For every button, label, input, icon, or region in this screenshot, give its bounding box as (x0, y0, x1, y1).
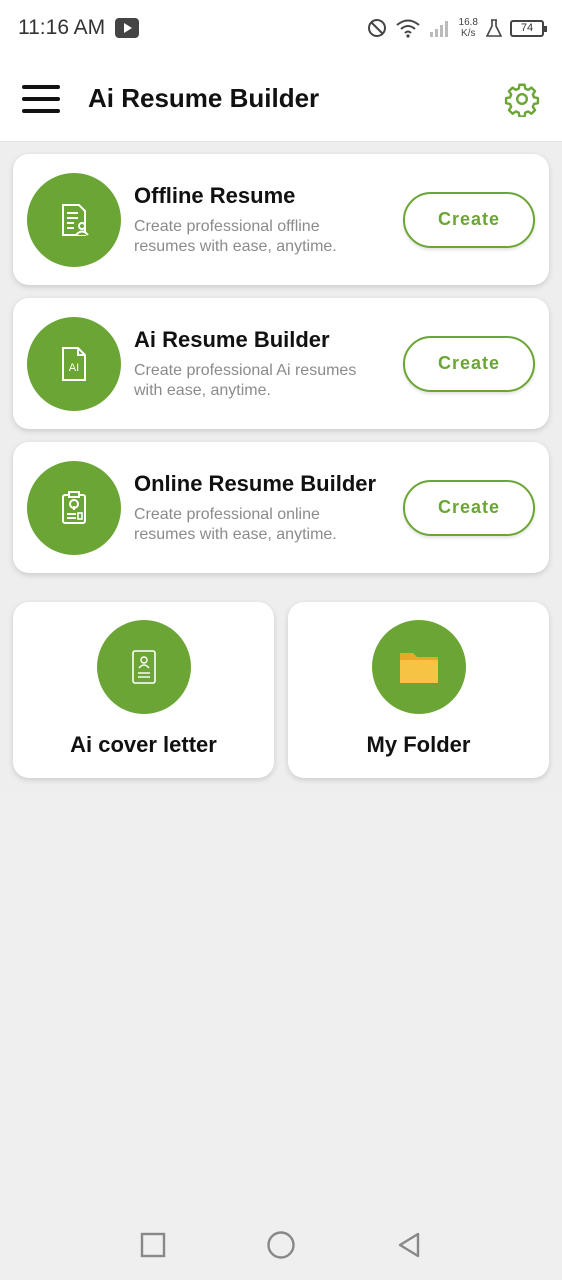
online-resume-icon-circle (27, 460, 121, 555)
online-resume-icon (62, 490, 86, 524)
youtube-notification-icon (115, 18, 140, 38)
flask-icon (486, 19, 502, 37)
card-description: Create professional offline resumes with… (134, 217, 337, 255)
wifi-icon (395, 19, 420, 38)
folder-icon-circle (371, 620, 466, 714)
create-online-resume-button[interactable]: Create (403, 479, 535, 536)
card-title: Offline Resume (134, 182, 296, 208)
offline-resume-icon (62, 203, 89, 236)
status-time: 11:16 AM (18, 16, 106, 39)
main-content: Offline Resume Create professional offli… (0, 142, 562, 794)
page-title: Ai Resume Builder (88, 83, 320, 113)
tile-label: My Folder (366, 732, 471, 757)
system-navigation-bar (0, 1210, 562, 1280)
ai-document-icon-circle: AI (27, 316, 121, 411)
card-title: Ai Resume Builder (134, 326, 330, 352)
network-speed: 16.8 K/s (458, 17, 478, 39)
back-icon[interactable] (396, 1231, 422, 1259)
battery-indicator: 74 (510, 19, 547, 37)
do-not-disturb-icon (367, 19, 386, 37)
create-offline-resume-button[interactable]: Create (403, 191, 535, 248)
card-description: Create professional Ai resumes with ease… (134, 361, 357, 399)
my-folder-tile[interactable]: My Folder (288, 602, 549, 778)
folder-icon (399, 653, 438, 683)
offline-resume-icon-circle (27, 172, 121, 267)
card-description: Create professional online resumes with … (134, 505, 337, 543)
offline-resume-card[interactable]: Offline Resume Create professional offli… (13, 154, 549, 285)
empty-area (0, 794, 562, 1210)
gear-icon[interactable] (504, 81, 540, 117)
signal-icon (429, 21, 448, 37)
recent-apps-icon[interactable] (140, 1232, 166, 1258)
ai-icon-label: AI (69, 362, 79, 374)
online-resume-builder-card[interactable]: Online Resume Builder Create professiona… (13, 442, 549, 573)
app-bar: Ai Resume Builder (0, 56, 562, 142)
status-icons: 16.8 K/s 74 (367, 17, 547, 39)
create-ai-resume-button[interactable]: Create (403, 335, 535, 392)
ai-cover-letter-tile[interactable]: Ai cover letter (13, 602, 274, 778)
ai-document-icon: AI (62, 346, 86, 381)
status-bar: 11:16 AM 16.8 K/s 74 (0, 0, 562, 56)
hamburger-menu-icon[interactable] (22, 84, 60, 113)
card-title: Online Resume Builder (134, 470, 377, 496)
ai-resume-builder-card[interactable]: AI Ai Resume Builder Create professional… (13, 298, 549, 429)
tile-label: Ai cover letter (70, 732, 217, 757)
home-icon[interactable] (266, 1230, 296, 1260)
cover-letter-icon (131, 650, 156, 684)
cover-letter-icon-circle (96, 620, 191, 714)
